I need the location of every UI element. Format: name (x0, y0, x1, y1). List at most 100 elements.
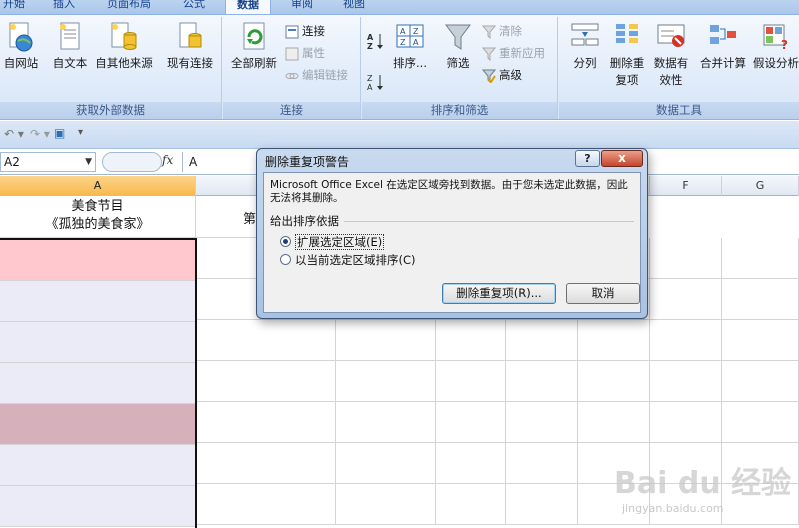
cell-a3[interactable] (0, 281, 195, 322)
from-other-sources-button[interactable]: 自其他来源 (92, 21, 156, 101)
grid-cell[interactable] (506, 443, 578, 484)
remove-duplicates-confirm-button[interactable]: 删除重复项(R)... (442, 283, 556, 304)
tab-view[interactable]: 视图 (340, 0, 368, 14)
tab-review[interactable]: 审阅 (288, 0, 316, 14)
reapply-button[interactable]: 重新应用 (482, 43, 545, 63)
tab-home[interactable]: 开始 (0, 0, 28, 14)
help-icon[interactable]: ? (575, 150, 600, 167)
column-header-f[interactable]: F (650, 176, 722, 196)
tab-data[interactable]: 数据 (225, 0, 271, 14)
from-web-button[interactable]: 自网站 (0, 21, 46, 101)
consolidate-button[interactable]: 合并计算 (697, 21, 749, 101)
what-if-analysis-button[interactable]: ? 假设分析 (751, 21, 799, 101)
edit-links-button[interactable]: 编辑链接 (285, 65, 348, 85)
cell-a1[interactable]: 美食节目 《孤独的美食家》 (0, 196, 196, 238)
custom-command-icon[interactable]: ▣ (54, 126, 65, 140)
grid-cell[interactable] (197, 402, 336, 443)
tab-insert[interactable]: 插入 (50, 0, 78, 14)
grid-cell[interactable] (336, 484, 436, 525)
remove-duplicates-button[interactable]: 删除重复项 (607, 21, 647, 101)
existing-connections-button[interactable]: 现有连接 (162, 21, 218, 101)
option-expand-selection[interactable]: 扩展选定区域(E) (280, 234, 385, 250)
grid-cell[interactable] (336, 361, 436, 402)
grid-cell[interactable] (722, 361, 799, 402)
column-header-g[interactable]: G (722, 176, 799, 196)
advanced-filter-button[interactable]: 高级 (482, 65, 522, 85)
grid-cell[interactable] (578, 402, 650, 443)
data-validation-button[interactable]: 数据有效性 (649, 21, 693, 101)
from-text-button[interactable]: 自文本 (48, 21, 92, 101)
sort-button[interactable]: AZZA 排序... (390, 21, 430, 101)
grid-cell[interactable] (506, 320, 578, 361)
grid-cell[interactable] (650, 238, 722, 279)
grid-cell[interactable] (722, 238, 799, 279)
column-header-a[interactable]: A (0, 176, 196, 196)
qat-dropdown-icon[interactable]: ▾ (78, 127, 83, 138)
sort-ascending-button[interactable]: AZ (366, 31, 389, 51)
sort-dialog-icon: A ZZ A (396, 24, 424, 48)
grid-cell[interactable] (436, 320, 506, 361)
grid-cell[interactable] (722, 320, 799, 361)
chevron-down-icon[interactable]: ▼ (85, 153, 92, 171)
radio-current-selection[interactable] (280, 254, 291, 265)
cell-a4[interactable] (0, 322, 195, 363)
grid-cell[interactable] (197, 320, 336, 361)
existing-connections-label: 现有连接 (167, 56, 213, 70)
grid-cell[interactable] (722, 279, 799, 320)
grid-cell[interactable] (506, 402, 578, 443)
connections-button[interactable]: 连接 (285, 21, 325, 41)
grid-cell[interactable] (650, 361, 722, 402)
close-icon[interactable]: x (601, 150, 643, 167)
dialog-title: 删除重复项警告 (265, 155, 350, 169)
refresh-all-button[interactable]: 全部刷新 (227, 21, 281, 101)
grid-cell[interactable] (650, 279, 722, 320)
cell-a5[interactable] (0, 363, 195, 404)
grid-cell[interactable] (578, 320, 650, 361)
clear-filter-button[interactable]: 清除 (482, 21, 522, 41)
svg-text:A: A (367, 83, 373, 92)
quick-access-toolbar: ↶ ▾ ↷ ▾ ▣ ▾ (0, 121, 799, 149)
text-to-columns-button[interactable]: 分列 (565, 21, 605, 101)
group-external-data: 自网站 自文本 自其他来源 现有连接 获取外部数据 (0, 17, 222, 119)
redo-icon[interactable]: ↷ ▾ (30, 127, 50, 141)
grid-cell[interactable] (650, 402, 722, 443)
cell-a8[interactable] (0, 486, 195, 527)
cell-a7[interactable] (0, 445, 195, 486)
grid-cell[interactable] (578, 361, 650, 402)
reapply-label: 重新应用 (499, 46, 545, 60)
properties-button[interactable]: 属性 (285, 43, 325, 63)
tab-formulas[interactable]: 公式 (180, 0, 208, 14)
formula-bar-toggle[interactable] (102, 152, 162, 172)
grid-cell[interactable] (197, 361, 336, 402)
grid-cell[interactable] (336, 320, 436, 361)
grid-cell[interactable] (436, 484, 506, 525)
tab-page-layout[interactable]: 页面布局 (104, 0, 154, 14)
globe-icon (9, 22, 33, 52)
cell-a2[interactable] (0, 240, 195, 281)
undo-icon[interactable]: ↶ ▾ (4, 127, 24, 141)
grid-cell[interactable] (650, 320, 722, 361)
option-current-selection[interactable]: 以当前选定区域排序(C) (280, 252, 416, 268)
cancel-button[interactable]: 取消 (566, 283, 640, 304)
svg-text:A: A (400, 27, 406, 36)
insert-function-icon[interactable]: fx (162, 153, 173, 167)
radio-expand-selection[interactable] (280, 236, 291, 247)
svg-text:Z: Z (367, 74, 373, 83)
grid-cell[interactable] (506, 484, 578, 525)
column-a-selection[interactable] (0, 238, 197, 528)
baidu-watermark: Bai du 经验 jingyan.baidu.com (614, 458, 799, 528)
sort-descending-button[interactable]: ZA (366, 71, 389, 92)
name-box[interactable]: A2 ▼ (0, 152, 96, 172)
grid-cell[interactable] (197, 484, 336, 525)
grid-cell[interactable] (436, 361, 506, 402)
grid-cell[interactable] (436, 443, 506, 484)
grid-cell[interactable] (436, 402, 506, 443)
grid-cell[interactable] (722, 402, 799, 443)
filter-button[interactable]: 筛选 (438, 21, 478, 101)
grid-cell[interactable] (197, 443, 336, 484)
grid-cell[interactable] (336, 443, 436, 484)
clear-filter-label: 清除 (499, 24, 522, 38)
grid-cell[interactable] (506, 361, 578, 402)
cell-a6[interactable] (0, 404, 195, 445)
grid-cell[interactable] (336, 402, 436, 443)
